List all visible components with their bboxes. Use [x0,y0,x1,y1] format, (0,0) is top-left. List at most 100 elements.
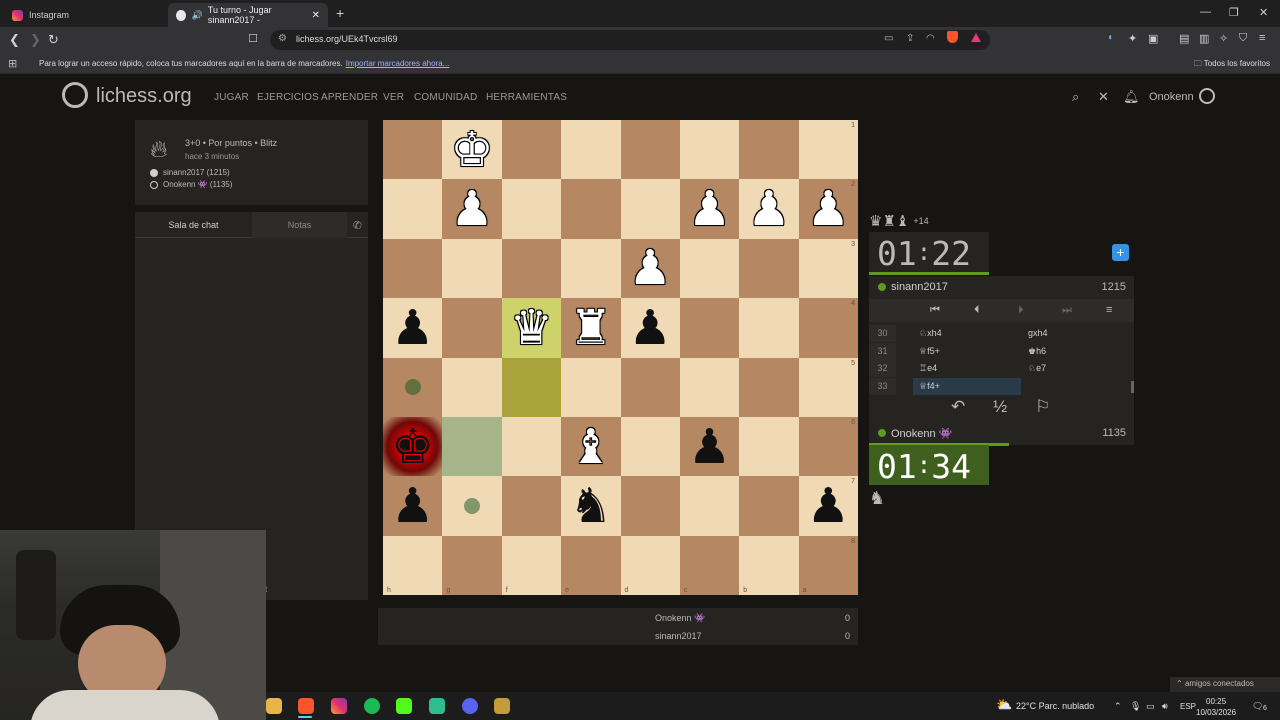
nav-ejercicios[interactable]: EJERCICIOS [257,92,319,103]
square-c4[interactable] [679,298,740,358]
white-queen-icon[interactable]: ♛ [510,304,553,352]
notifications-icon[interactable]: 🗨︎ [1252,701,1263,712]
mic-icon[interactable]: 🎙︎ [1130,701,1141,712]
back-icon[interactable]: ❮ [9,32,20,48]
black-pawn-icon[interactable]: ♟ [629,304,672,352]
square-g5[interactable] [442,357,502,417]
square-h7[interactable]: ♟ [383,476,443,536]
brave-icon[interactable] [298,698,314,714]
kick-icon[interactable] [396,698,412,714]
square-e8[interactable]: e [561,535,621,595]
square-c1[interactable] [679,120,740,180]
file-explorer-icon[interactable] [266,698,282,714]
black-player-line[interactable]: Onokenn 👾 (1135) [150,180,232,189]
square-f4[interactable]: ♛ [501,298,562,358]
square-f8[interactable]: f [501,535,562,595]
square-a8[interactable]: 8a [798,535,858,595]
nav-ver[interactable]: VER [383,92,404,103]
square-g1[interactable]: ♚ [442,120,502,180]
brave-rewards-icon[interactable] [971,33,981,42]
opponent-name[interactable]: sinann2017 [891,281,948,293]
site-info-icon[interactable]: ⚙ [278,33,287,44]
tab-notes[interactable]: Notas [252,212,347,238]
bell-icon[interactable]: 🔔︎ [1123,89,1140,105]
leo-icon[interactable]: ◖ [1107,32,1113,43]
language-indicator[interactable]: ESP [1180,702,1196,711]
square-h1[interactable] [383,120,443,180]
vpn-icon[interactable]: ▥ [1199,32,1209,45]
square-e1[interactable] [561,120,621,180]
black-king-icon[interactable]: ♚ [391,423,434,471]
tab-instagram[interactable]: Instagram [4,3,164,27]
square-a1[interactable]: 1 [798,120,858,180]
white-pawn-icon[interactable]: ♟ [688,185,731,233]
shield-icon[interactable]: ⛉ [1239,32,1247,45]
square-c3[interactable] [679,238,740,299]
white-bishop-icon[interactable]: ♝ [569,423,612,471]
square-g3[interactable] [442,238,502,299]
white-move[interactable]: ♕f5+ [919,346,940,357]
square-d8[interactable]: d [620,535,680,595]
black-move[interactable]: ♘e7 [1028,363,1046,374]
black-pawn-icon[interactable]: ♟ [807,482,850,530]
black-move[interactable]: gxh4 [1028,328,1048,338]
square-b7[interactable] [739,476,799,536]
new-tab-button[interactable]: + [336,5,344,21]
square-a7[interactable]: ♟ 7 [798,476,858,536]
sidebar-icon[interactable]: ▤ [1179,32,1189,45]
username[interactable]: Onokenn [1149,91,1194,103]
close-tab-icon[interactable]: ✕ [312,10,320,21]
square-d6[interactable] [620,416,680,477]
avatar[interactable] [1199,88,1215,104]
lichess-logo-icon[interactable] [62,82,88,108]
close-window-icon[interactable]: ✕ [1259,6,1268,19]
white-pawn-icon[interactable]: ♟ [629,244,672,292]
square-b3[interactable] [739,238,799,299]
square-c5[interactable] [679,357,740,417]
square-b8[interactable]: b [739,535,799,595]
black-pawn-icon[interactable]: ♟ [391,304,434,352]
black-pawn-icon[interactable]: ♟ [688,423,731,471]
square-e6[interactable]: ♝ [561,416,621,477]
moves-scrollbar[interactable] [1131,381,1134,393]
white-move[interactable]: ♖e4 [919,363,937,374]
square-c6[interactable]: ♟ [679,416,740,477]
square-h2[interactable] [383,179,443,239]
square-a3[interactable]: 3 [798,238,858,299]
offer-draw-button[interactable]: ½ [993,397,1007,417]
square-g6[interactable] [442,416,502,477]
apps-grid-icon[interactable]: ⊞ [8,57,17,70]
my-name[interactable]: Onokenn 👾 [891,427,952,440]
black-pawn-icon[interactable]: ♟ [391,482,434,530]
brave-shield-icon[interactable] [947,31,958,43]
takeback-icon[interactable]: ↶ [951,397,965,417]
nav-comunidad[interactable]: COMUNIDAD [414,92,477,103]
square-g2[interactable]: ♟ [442,179,502,239]
ai-icon[interactable]: ✧ [1219,32,1228,45]
move-hint-dot[interactable] [404,379,421,396]
square-e4[interactable]: ♜ [561,298,621,358]
url-field[interactable]: ⚙ lichess.org/UEk4Tvcrsl69 ▭ ⇪ ◠ [270,30,990,50]
square-e5[interactable] [561,357,621,417]
square-e2[interactable] [561,179,621,239]
square-e7[interactable]: ♞ [561,476,621,536]
square-h6[interactable]: ♚ [383,416,443,477]
prev-move-icon[interactable]: ⏴ [974,304,980,317]
square-f3[interactable] [501,238,562,299]
square-g4[interactable] [442,298,502,358]
white-move[interactable]: ♘xh4 [919,328,942,339]
app-icon[interactable] [429,698,445,714]
square-d2[interactable] [620,179,680,239]
white-move[interactable]: ♕f4+ [919,381,940,392]
friends-online-toast[interactable]: ⌃ amigos conectados [1170,677,1280,692]
white-pawn-icon[interactable]: ♟ [747,185,790,233]
phone-icon[interactable]: ✆ [353,219,362,232]
square-f7[interactable] [501,476,562,536]
forward-icon[interactable]: ❯ [30,32,41,48]
import-bookmarks-link[interactable]: Importar marcadores ahora... [346,59,450,68]
all-favorites[interactable]: 🗀 Todos los favoritos [1194,58,1270,72]
square-b4[interactable] [739,298,799,358]
network-icon[interactable]: ▭ [1146,701,1155,712]
white-king-icon[interactable]: ♚ [451,126,494,174]
square-f1[interactable] [501,120,562,180]
